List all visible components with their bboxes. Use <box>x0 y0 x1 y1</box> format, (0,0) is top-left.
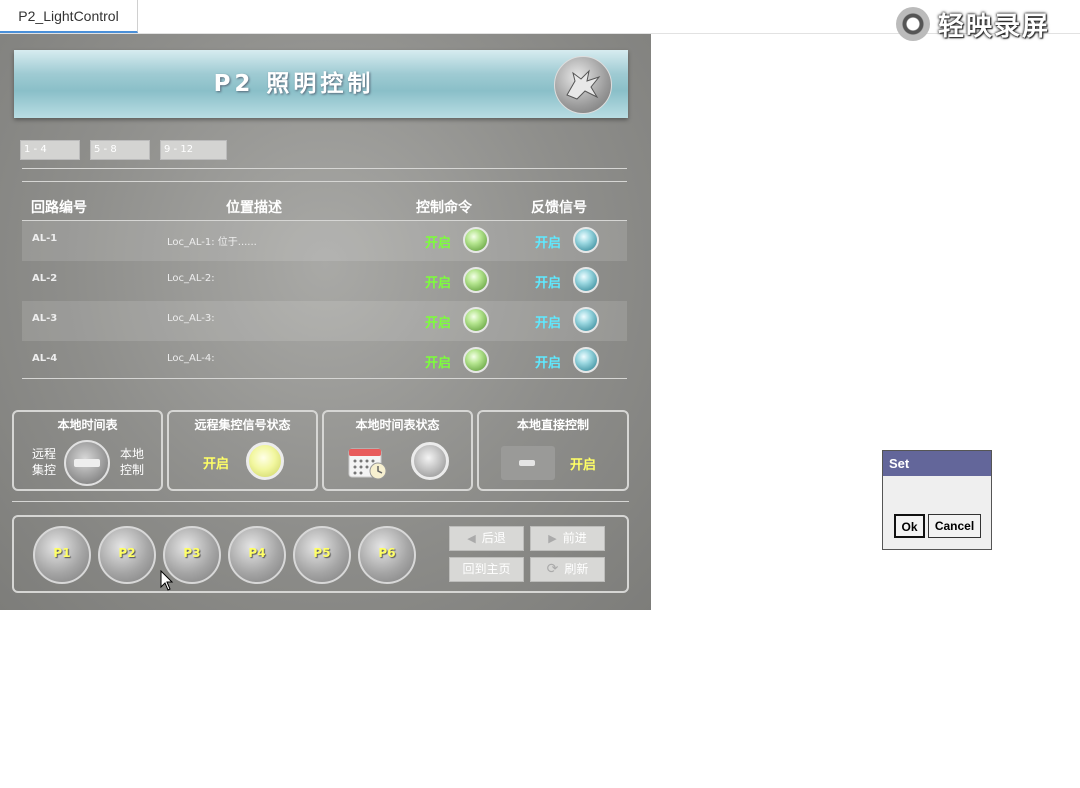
feedback-status: 开启 <box>535 276 562 291</box>
watermark-text: 轻映录屏 <box>938 11 1051 42</box>
location-text: Loc_AL-2: <box>167 273 215 284</box>
feedback-indicator <box>573 347 599 373</box>
local-label-1: 本地 <box>120 447 145 461</box>
recorder-logo-icon <box>896 7 930 41</box>
tab-p2-lightcontrol[interactable]: P2_LightControl <box>0 0 138 33</box>
circuit-id: AL-3 <box>32 313 58 324</box>
header-banner: P2 照明控制 <box>14 50 628 118</box>
command-status: 开启 <box>425 316 452 331</box>
cancel-button[interactable]: Cancel <box>928 514 981 538</box>
page-label: P2 <box>118 546 136 560</box>
feedback-status: 开启 <box>535 316 562 331</box>
local-schedule-lamp <box>411 442 449 480</box>
page-label: P5 <box>313 546 331 560</box>
arrow-left-icon: ◀ <box>467 532 476 545</box>
mouse-cursor-icon <box>160 570 174 591</box>
range-button-1-4[interactable]: 1 - 4 <box>20 140 80 160</box>
remote-label-1: 远程 <box>32 447 57 461</box>
refresh-button[interactable]: ⟳ 刷新 <box>530 557 605 582</box>
arrow-right-icon: ▶ <box>548 532 557 545</box>
feedback-indicator <box>573 267 599 293</box>
forward-button[interactable]: ▶ 前进 <box>530 526 605 551</box>
back-button[interactable]: ◀ 后退 <box>449 526 524 551</box>
dragon-emblem-icon <box>554 56 612 114</box>
command-status: 开启 <box>425 236 452 251</box>
table-row: AL-2 Loc_AL-2: 开启 开启 <box>22 261 627 301</box>
column-header-circuit-id: 回路编号 <box>31 200 87 216</box>
column-header-command: 控制命令 <box>416 200 472 216</box>
range-button-5-8[interactable]: 5 - 8 <box>90 140 150 160</box>
feedback-status: 开启 <box>535 236 562 251</box>
switch-handle <box>519 460 535 466</box>
calendar-icon <box>348 448 387 480</box>
remote-signal-lamp <box>246 442 284 480</box>
ok-button[interactable]: Ok <box>894 514 925 538</box>
knob-indicator <box>74 459 100 467</box>
nav-divider <box>12 501 629 502</box>
refresh-icon: ⟳ <box>546 561 559 577</box>
remote-signal-box: 远程集控信号状态 开启 <box>167 410 318 491</box>
watermark: 轻映录屏 <box>896 4 1050 44</box>
remote-signal-state: 开启 <box>203 457 230 472</box>
page-button-p6[interactable]: P6 <box>358 526 416 584</box>
feedback-status: 开启 <box>535 356 562 371</box>
circuit-id: AL-1 <box>32 233 58 244</box>
table-row: AL-4 Loc_AL-4: 开启 开启 <box>22 341 627 381</box>
page-button-p5[interactable]: P5 <box>293 526 351 584</box>
page-label: P6 <box>378 546 396 560</box>
column-header-location: 位置描述 <box>226 200 282 216</box>
command-button[interactable] <box>463 347 489 373</box>
command-status: 开启 <box>425 276 452 291</box>
schedule-mode-box: 本地时间表 远程 集控 本地 控制 <box>12 410 163 491</box>
table-row: AL-1 Loc_AL-1: 位于...... 开启 开启 <box>22 221 627 261</box>
circuit-id: AL-2 <box>32 273 58 284</box>
local-schedule-box: 本地时间表状态 <box>322 410 473 491</box>
location-text: Loc_AL-1: 位于...... <box>167 237 257 248</box>
local-label-2: 控制 <box>120 463 145 477</box>
refresh-label: 刷新 <box>564 562 589 576</box>
page-button-p1[interactable]: P1 <box>33 526 91 584</box>
column-header-feedback: 反馈信号 <box>531 200 587 216</box>
page-button-p2[interactable]: P2 <box>98 526 156 584</box>
remote-label-2: 集控 <box>32 463 57 477</box>
direct-control-title: 本地直接控制 <box>516 418 589 432</box>
navigation-bar: P1 P2 P3 P4 P5 P6 ◀ 后退 ▶ 前进 回到主页 ⟳ 刷新 <box>12 515 629 593</box>
set-dialog: Set Ok Cancel <box>882 450 992 550</box>
page-label: P1 <box>53 546 71 560</box>
page-label: P3 <box>183 546 201 560</box>
table-top-border <box>22 181 627 182</box>
page-title: P2 照明控制 <box>213 71 375 97</box>
location-text: Loc_AL-4: <box>167 353 215 364</box>
direct-control-state: 开启 <box>570 458 597 473</box>
mode-selector-knob[interactable] <box>64 440 110 486</box>
location-text: Loc_AL-3: <box>167 313 215 324</box>
home-button[interactable]: 回到主页 <box>449 557 524 582</box>
remote-signal-title: 远程集控信号状态 <box>194 418 291 432</box>
direct-control-box: 本地直接控制 开启 <box>477 410 629 491</box>
feedback-indicator <box>573 307 599 333</box>
divider <box>22 168 627 169</box>
home-label: 回到主页 <box>462 562 511 576</box>
table-bottom-border <box>22 378 627 379</box>
feedback-indicator <box>573 227 599 253</box>
range-button-9-12[interactable]: 9 - 12 <box>160 140 227 160</box>
table-row: AL-3 Loc_AL-3: 开启 开启 <box>22 301 627 341</box>
dialog-title: Set <box>883 451 991 476</box>
forward-label: 前进 <box>562 531 587 545</box>
command-button[interactable] <box>463 267 489 293</box>
local-schedule-title: 本地时间表状态 <box>355 418 440 432</box>
schedule-mode-title: 本地时间表 <box>57 418 118 432</box>
circuit-id: AL-4 <box>32 353 58 364</box>
command-status: 开启 <box>425 356 452 371</box>
back-label: 后退 <box>481 531 506 545</box>
command-button[interactable] <box>463 307 489 333</box>
hmi-panel: P2 照明控制 1 - 4 5 - 8 9 - 12 回路编号 位置描述 控制命… <box>0 34 651 610</box>
page-label: P4 <box>248 546 266 560</box>
command-button[interactable] <box>463 227 489 253</box>
page-button-p4[interactable]: P4 <box>228 526 286 584</box>
direct-control-switch[interactable] <box>501 446 555 480</box>
